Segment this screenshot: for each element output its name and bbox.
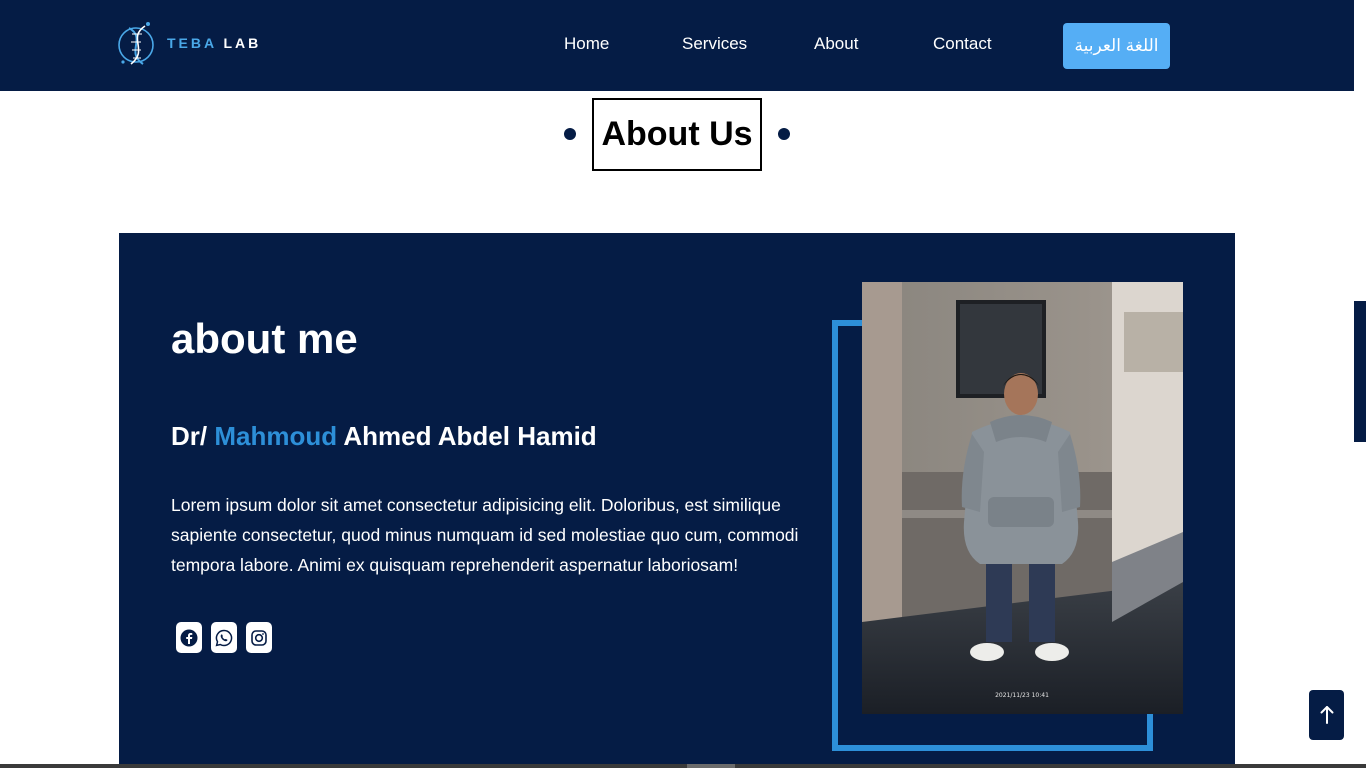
brand-word-1: TEBA <box>167 35 217 51</box>
about-card: about me Dr/ Mahmoud Ahmed Abdel Hamid L… <box>119 233 1235 768</box>
brand-logo[interactable]: TEBA LAB <box>117 14 261 72</box>
bio-text: Lorem ipsum dolor sit amet consectetur a… <box>171 495 799 575</box>
whatsapp-icon <box>215 629 233 646</box>
doctor-photo-illustration: 2021/11/23 10:41 <box>862 282 1183 714</box>
facebook-link[interactable] <box>176 622 202 653</box>
navbar: TEBA LAB Home Services About Contact الل… <box>0 0 1354 91</box>
nav-home-link[interactable]: Home <box>564 34 609 54</box>
about-heading: about me <box>171 315 358 362</box>
instagram-link[interactable] <box>246 622 272 653</box>
social-links <box>176 622 272 653</box>
arabic-language-button[interactable]: اللغة العربية <box>1063 23 1170 69</box>
side-edge-tab[interactable] <box>1354 301 1366 442</box>
brand-word-2: LAB <box>223 35 262 51</box>
horizontal-scrollbar[interactable] <box>0 764 1366 768</box>
title-dot-left <box>564 128 576 140</box>
instagram-icon <box>251 629 267 646</box>
name-prefix: Dr/ <box>171 421 208 451</box>
arrow-up-icon <box>1320 706 1333 724</box>
nav-services-link[interactable]: Services <box>682 34 747 54</box>
brand-name: TEBA LAB <box>167 35 261 51</box>
scrollbar-thumb[interactable] <box>687 764 735 768</box>
facebook-icon <box>180 629 198 646</box>
section-title: About Us <box>601 115 753 153</box>
back-to-top-button[interactable] <box>1309 690 1344 740</box>
name-highlight: Mahmoud <box>214 421 338 451</box>
photo-timestamp: 2021/11/23 10:41 <box>995 692 1049 699</box>
section-title-box: About Us <box>592 98 762 171</box>
title-dot-right <box>778 128 790 140</box>
nav-about-link[interactable]: About <box>814 34 858 54</box>
doctor-name: Dr/ Mahmoud Ahmed Abdel Hamid <box>171 421 597 452</box>
name-rest: Ahmed Abdel Hamid <box>343 421 597 451</box>
nav-contact-link[interactable]: Contact <box>933 34 992 54</box>
doctor-photo: 2021/11/23 10:41 <box>862 282 1183 714</box>
whatsapp-link[interactable] <box>211 622 237 653</box>
dna-helix-icon <box>118 22 154 65</box>
